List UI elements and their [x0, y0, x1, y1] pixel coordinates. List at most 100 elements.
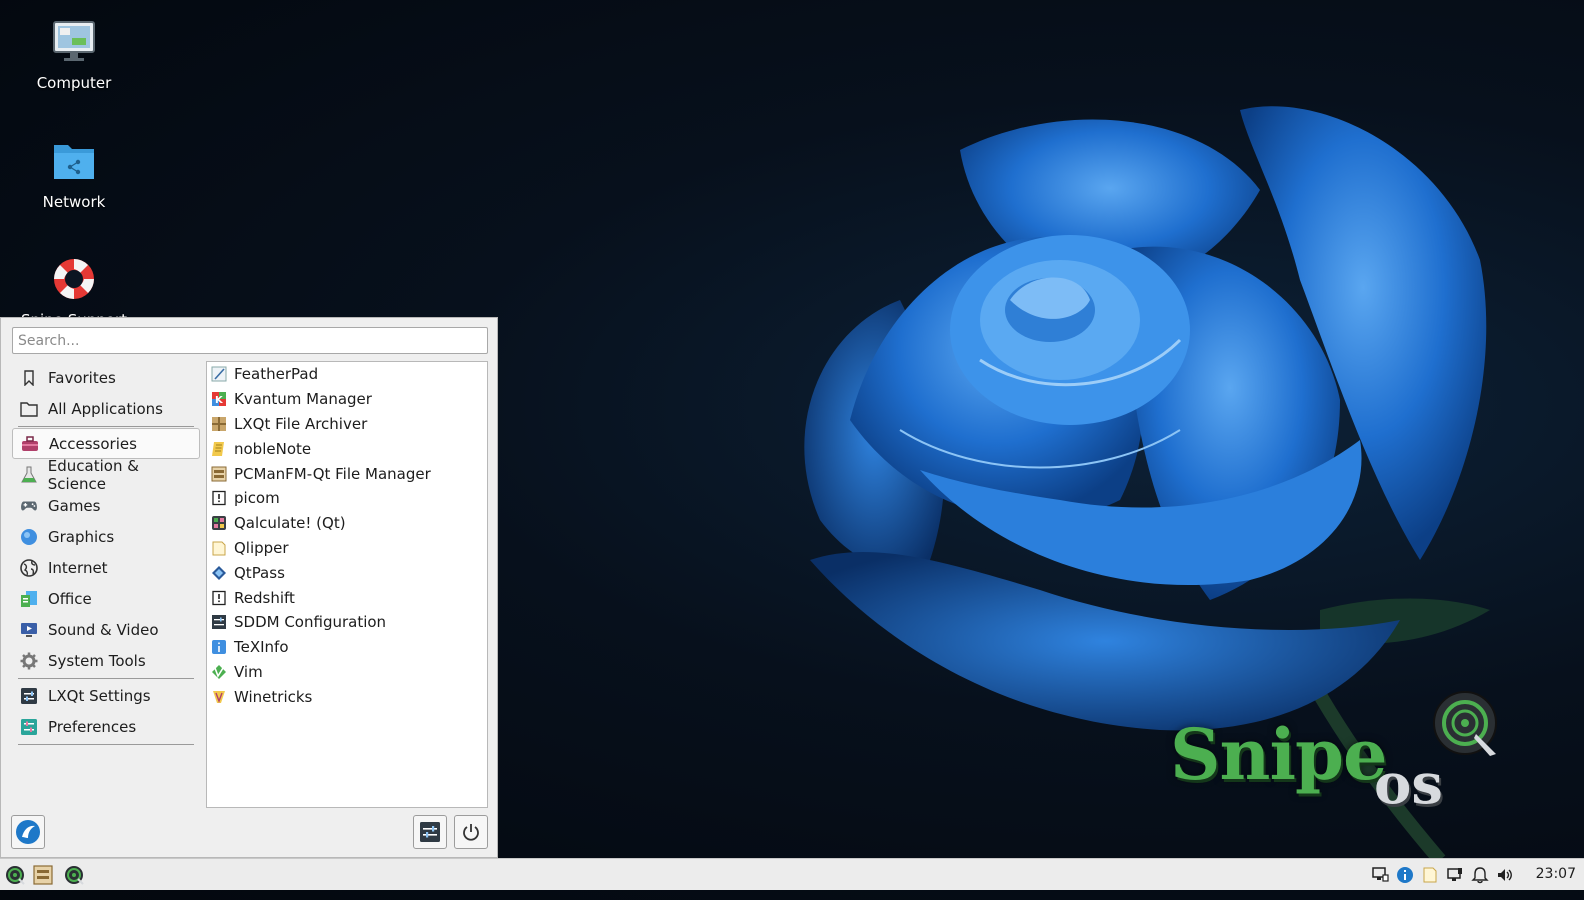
category-label: LXQt Settings [48, 686, 151, 705]
category-all-applications[interactable]: All Applications [12, 393, 200, 424]
file-manager-icon [211, 466, 227, 482]
tray-info[interactable] [1394, 864, 1416, 886]
category-office[interactable]: Office [12, 583, 200, 614]
toolbox-icon [21, 435, 39, 453]
vim-icon [211, 664, 227, 680]
app-label: SDDM Configuration [234, 613, 387, 632]
app-label: FeatherPad [234, 365, 319, 384]
category-label: System Tools [48, 651, 146, 670]
category-list: Favorites All Applications Accessories E… [12, 362, 200, 746]
category-education-science[interactable]: Education & Science [12, 456, 200, 493]
app-picom[interactable]: picom [207, 486, 487, 511]
application-menu: Favorites All Applications Accessories E… [0, 317, 498, 858]
brand-logo: Snipe os [1170, 691, 1530, 822]
note-icon [211, 441, 227, 457]
app-label: Qlipper [234, 538, 289, 557]
settings-button[interactable] [413, 815, 447, 849]
search-input[interactable] [12, 327, 488, 354]
app-label: TeXInfo [234, 638, 289, 657]
gamepad-icon [20, 497, 38, 515]
power-button[interactable] [454, 815, 488, 849]
sddm-icon [211, 614, 227, 630]
app-sddm-configuration[interactable]: SDDM Configuration [207, 610, 487, 635]
network-icon [1372, 867, 1389, 882]
app-lxqt-file-archiver[interactable]: LXQt File Archiver [207, 412, 487, 437]
app-kvantum-manager[interactable]: K Kvantum Manager [207, 387, 487, 412]
preferences-icon [20, 718, 38, 736]
app-qalculate[interactable]: Qalculate! (Qt) [207, 511, 487, 536]
app-noblenote[interactable]: nobleNote [207, 436, 487, 461]
media-icon [20, 621, 38, 639]
archive-icon [211, 416, 227, 432]
taskbar: 23:07 [0, 858, 1584, 890]
category-favorites[interactable]: Favorites [12, 362, 200, 393]
app-label: LXQt File Archiver [234, 414, 368, 433]
lxqt-logo-icon [16, 820, 40, 844]
snipe-logo-icon [1433, 691, 1497, 756]
clipboard-icon [211, 540, 227, 556]
tray-volume[interactable] [1494, 864, 1516, 886]
desktop-icon-network[interactable]: Network [14, 137, 134, 211]
application-list: FeatherPad K Kvantum Manager LXQt File A… [206, 361, 488, 808]
app-label: picom [234, 489, 280, 508]
app-texinfo[interactable]: TeXInfo [207, 635, 487, 660]
flask-icon [20, 466, 38, 484]
app-winetricks[interactable]: Winetricks [207, 684, 487, 709]
display-icon [1447, 868, 1462, 881]
separator [18, 678, 194, 679]
category-games[interactable]: Games [12, 490, 200, 521]
brand-snipe-text: Snipe [1170, 713, 1388, 796]
category-label: Games [48, 496, 101, 515]
settings-panel-icon [420, 822, 440, 842]
app-label: nobleNote [234, 439, 312, 458]
app-featherpad[interactable]: FeatherPad [207, 362, 487, 387]
app-pcmanfm-qt[interactable]: PCManFM-Qt File Manager [207, 461, 487, 486]
app-redshift[interactable]: Redshift [207, 585, 487, 610]
app-qlipper[interactable]: Qlipper [207, 536, 487, 561]
tray-clipboard[interactable] [1419, 864, 1441, 886]
bookmark-icon [20, 369, 38, 387]
wine-icon [211, 689, 227, 705]
app-label: Qalculate! (Qt) [234, 514, 346, 533]
desktop-icon-computer[interactable]: Computer [14, 18, 134, 92]
desktop-icon-label: Computer [36, 74, 112, 92]
tray-display[interactable] [1444, 864, 1466, 886]
clock[interactable]: 23:07 [1536, 866, 1576, 882]
bell-icon [1471, 867, 1489, 884]
brand-os-text: os [1374, 751, 1443, 817]
category-label: Accessories [49, 434, 137, 453]
taskbar-file-manager[interactable] [32, 864, 54, 886]
app-qtpass[interactable]: QtPass [207, 560, 487, 585]
search-icon [65, 866, 84, 885]
computer-icon [53, 21, 95, 61]
category-label: Office [48, 589, 92, 608]
category-accessories[interactable]: Accessories [12, 428, 200, 459]
separator [18, 744, 194, 745]
category-internet[interactable]: Internet [12, 552, 200, 583]
volume-icon [1498, 869, 1512, 881]
lxqt-about-button[interactable] [11, 815, 45, 849]
category-sound-video[interactable]: Sound & Video [12, 614, 200, 645]
app-label: Kvantum Manager [234, 390, 372, 409]
office-icon [20, 590, 38, 608]
separator [18, 426, 194, 427]
category-system-tools[interactable]: System Tools [12, 645, 200, 676]
featherpad-icon [211, 366, 227, 382]
tray-notifications[interactable] [1469, 864, 1491, 886]
category-label: Graphics [48, 527, 115, 546]
category-lxqt-settings[interactable]: LXQt Settings [12, 680, 200, 711]
app-vim[interactable]: Vim [207, 660, 487, 685]
password-icon [211, 565, 227, 581]
network-folder-icon [54, 145, 94, 179]
app-label: Winetricks [234, 687, 313, 706]
app-label: Vim [234, 662, 263, 681]
category-graphics[interactable]: Graphics [12, 521, 200, 552]
app-label: QtPass [234, 563, 285, 582]
info-icon [1397, 867, 1413, 883]
category-label: Education & Science [47, 456, 139, 493]
start-menu-button[interactable] [4, 864, 26, 886]
folder-icon [20, 400, 38, 418]
tray-network[interactable] [1369, 864, 1391, 886]
taskbar-snipe-app[interactable] [63, 864, 85, 886]
category-preferences[interactable]: Preferences [12, 711, 200, 742]
